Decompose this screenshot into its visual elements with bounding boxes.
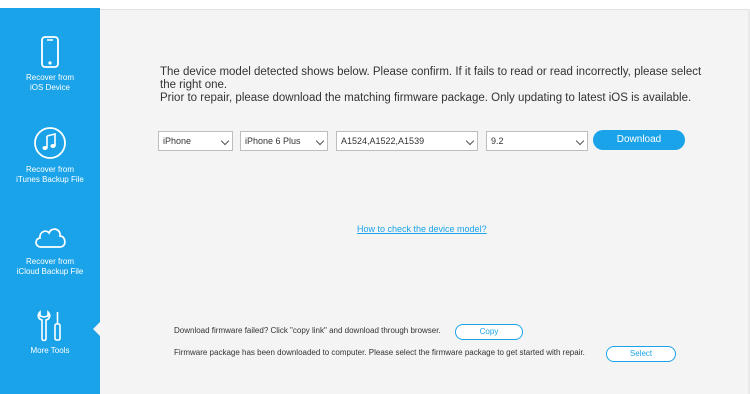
cloud-icon bbox=[35, 228, 66, 248]
sidebar-item-label: Recover from bbox=[25, 73, 74, 82]
sidebar-item-label: Recover from bbox=[25, 165, 74, 174]
sidebar-item-label: More Tools bbox=[30, 346, 70, 355]
sidebar-item-label: iCloud Backup File bbox=[16, 267, 84, 276]
device-type-value: iPhone bbox=[163, 136, 192, 146]
chevron-down-icon bbox=[220, 136, 230, 146]
ios-version-value: 9.2 bbox=[491, 136, 504, 146]
model-number-select[interactable]: A1524,A1522,A1539 bbox=[336, 131, 478, 151]
tools-icon bbox=[37, 310, 61, 342]
ios-version-select[interactable]: 9.2 bbox=[486, 131, 588, 151]
chevron-down-icon bbox=[315, 136, 325, 146]
check-device-model-link[interactable]: How to check the device model? bbox=[357, 224, 487, 234]
sidebar-item-ios-device[interactable]: Recover from iOS Device bbox=[0, 36, 100, 93]
firmware-downloaded-text: Firmware package has been downloaded to … bbox=[174, 348, 585, 357]
top-bar bbox=[100, 0, 750, 10]
copy-link-button[interactable]: Copy bbox=[455, 324, 523, 340]
active-indicator bbox=[93, 322, 100, 336]
sidebar-item-label: iTunes Backup File bbox=[16, 175, 84, 184]
sidebar-item-icloud-backup[interactable]: Recover from iCloud Backup File bbox=[0, 224, 100, 277]
download-failed-text: Download firmware failed? Click "copy li… bbox=[174, 326, 441, 335]
sidebar-item-label: iOS Device bbox=[29, 83, 70, 92]
instruction-text-firmware: Prior to repair, please download the mat… bbox=[160, 92, 692, 104]
music-note-icon bbox=[34, 127, 66, 159]
sidebar-item-itunes-backup[interactable]: Recover from iTunes Backup File bbox=[0, 126, 100, 185]
sidebar-item-label: Recover from bbox=[25, 257, 74, 266]
device-type-select[interactable]: iPhone bbox=[158, 131, 233, 151]
phone-icon bbox=[41, 36, 59, 68]
chevron-down-icon bbox=[465, 136, 475, 146]
chevron-down-icon bbox=[575, 136, 585, 146]
sidebar: Recover from iOS Device Recover from iTu… bbox=[0, 0, 100, 394]
model-select[interactable]: iPhone 6 Plus bbox=[240, 131, 328, 151]
select-firmware-button[interactable]: Select bbox=[606, 346, 676, 362]
model-number-value: A1524,A1522,A1539 bbox=[341, 136, 425, 146]
sidebar-item-more-tools[interactable]: More Tools bbox=[0, 310, 100, 356]
instruction-text-confirm: The device model detected shows below. P… bbox=[160, 66, 702, 91]
model-value: iPhone 6 Plus bbox=[245, 136, 301, 146]
download-button[interactable]: Download bbox=[593, 130, 685, 150]
sidebar-top-strip bbox=[0, 0, 100, 8]
